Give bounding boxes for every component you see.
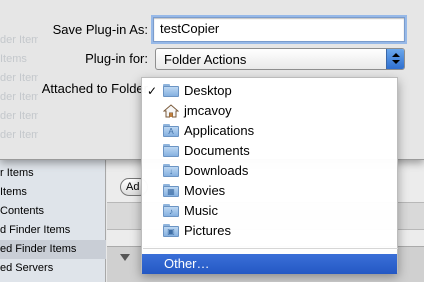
plugin-for-popup[interactable]: Folder Actions — [155, 48, 405, 70]
menu-item-music[interactable]: ♪ Music — [142, 201, 397, 221]
popup-arrows-icon — [386, 49, 404, 69]
music-folder-icon: ♪ — [163, 204, 179, 218]
pictures-folder-icon: ▣ — [163, 224, 179, 238]
menu-item-other[interactable]: Other… — [142, 254, 397, 274]
menu-item-documents[interactable]: Documents — [142, 141, 397, 161]
sidebar-item[interactable]: ed Servers — [0, 259, 106, 278]
menu-separator — [143, 248, 398, 249]
menu-item-jmcavoy[interactable]: jmcavoy — [142, 101, 397, 121]
downloads-folder-icon: ↓ — [163, 164, 179, 178]
sidebar-item[interactable]: Contents — [0, 202, 106, 221]
folder-menu: ✓ Desktop jmcavoy A Applications Documen… — [141, 77, 398, 274]
sidebar-item[interactable]: d Finder Items — [0, 221, 106, 240]
movies-folder-icon: ▦ — [163, 184, 179, 198]
plugin-for-label: Plug-in for: — [85, 51, 148, 66]
home-icon — [162, 104, 180, 118]
attached-to-folder-label: Attached to Folder — [41, 81, 148, 96]
plugin-name-field[interactable]: testCopier — [153, 17, 405, 42]
menu-item-movies[interactable]: ▦ Movies — [142, 181, 397, 201]
menu-item-desktop[interactable]: ✓ Desktop — [142, 81, 397, 101]
applications-folder-icon: A — [163, 124, 179, 138]
plugin-for-value: Folder Actions — [164, 52, 247, 67]
folder-icon — [163, 144, 179, 158]
folder-icon — [163, 84, 179, 98]
disclosure-triangle-icon[interactable] — [120, 254, 130, 261]
sidebar-item[interactable]: r Items — [0, 164, 106, 183]
menu-item-downloads[interactable]: ↓ Downloads — [142, 161, 397, 181]
menu-item-pictures[interactable]: ▣ Pictures — [142, 221, 397, 241]
checkmark-icon: ✓ — [147, 84, 158, 98]
menu-item-applications[interactable]: A Applications — [142, 121, 397, 141]
save-as-label: Save Plug-in As: — [52, 22, 148, 37]
sidebar-item[interactable]: Items — [0, 183, 106, 202]
sidebar-item-selected[interactable]: ed Finder Items — [0, 240, 106, 259]
